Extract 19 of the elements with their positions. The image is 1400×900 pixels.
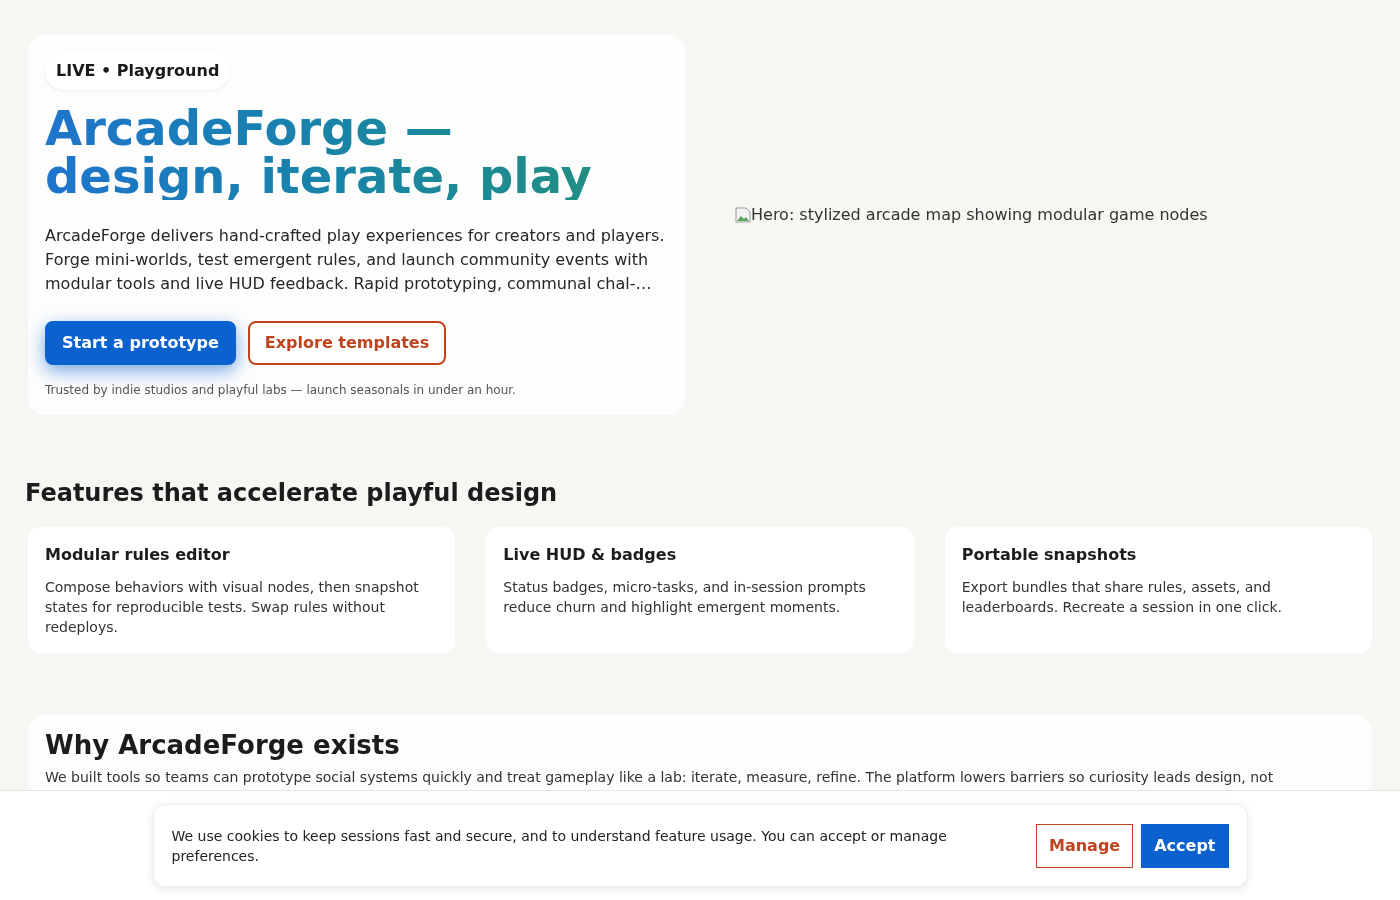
why-heading: Why ArcadeForge exists [45,729,401,761]
feature-title: Live HUD & badges [503,544,678,566]
features-heading: Features that accelerate playful design [25,478,559,509]
feature-description: Compose behaviors with visual nodes, then snapshot states for reproducible tests. Swap rules without redeploys. [45,578,420,637]
manage-button[interactable]: Manage [1035,823,1134,868]
start-button[interactable]: Start a prototype [45,321,236,365]
feature-title: Portable snapshots [961,544,1138,566]
explore-button[interactable]: Explore templates [247,321,447,365]
why-text: We built tools so teams can prototype social systems quickly and treat gameplay like a lab: iterate, measure, refine. The platform lowers barriers so curiosity leads design, not [45,768,1275,787]
trust-note: Trusted by indie studios and playful labs — launch seasonals in under an hour. [45,382,516,399]
live-badge: LIVE • Playground [45,52,231,90]
accept-button[interactable]: Accept [1141,823,1229,868]
image-alt-text: Hero: stylized arcade map showing modular game nodes [751,204,1208,226]
feature-title: Modular rules editor [45,544,231,566]
feature-description: Export bundles that share rules, assets, and leaderboards. Recreate a session in one click. [961,578,1283,617]
hero-description: ArcadeForge delivers hand-crafted play experiences for creators and players. Forge mini-worlds, test emergent rules, and launch community events with modular tools and live HUD feedback. Rapid prototyping, communal chal-… [45,225,666,295]
feature-description: Status badges, micro-tasks, and in-session prompts reduce churn and highlight emergent moments. [503,578,867,617]
cookie-text: We use cookies to keep sessions fast and secure, and to understand feature usage. You can accept or manage preferences. [171,826,948,866]
broken-image-icon [735,207,751,223]
